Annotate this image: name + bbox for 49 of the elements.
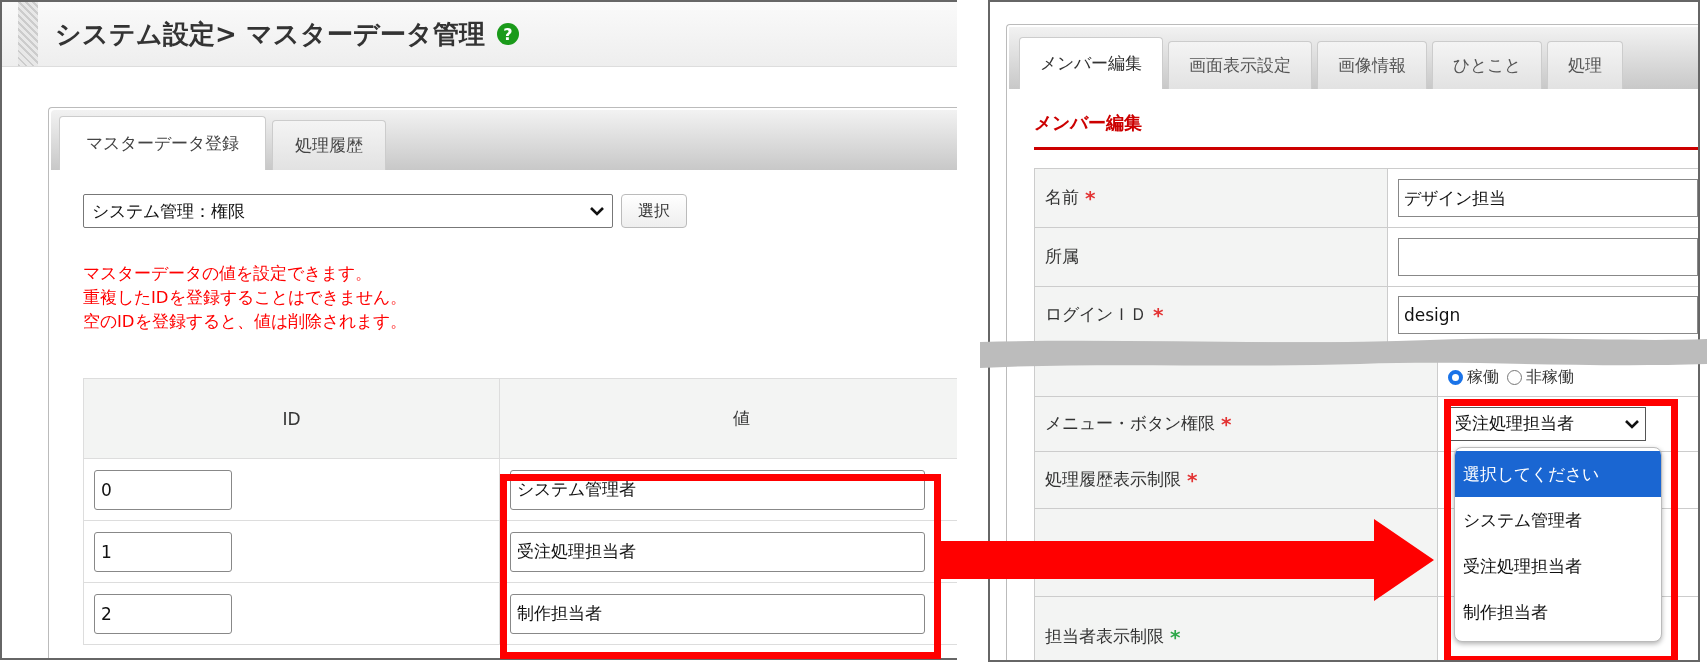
dropdown-option[interactable]: 制作担当者 xyxy=(1455,589,1661,635)
tab[interactable]: 画面表示設定 xyxy=(1168,41,1312,89)
dropdown-option[interactable]: 選択してください xyxy=(1455,451,1661,497)
role-select[interactable]: 受注処理担当者 xyxy=(1448,407,1646,441)
required-mark: * xyxy=(1085,186,1096,210)
tab[interactable]: メンバー編集 xyxy=(1019,37,1163,89)
id-input[interactable]: 2 xyxy=(94,593,232,634)
tab[interactable]: 画像情報 xyxy=(1317,41,1427,89)
text-input[interactable]: デザイン担当 xyxy=(1398,179,1698,217)
help-icon[interactable]: ? xyxy=(496,23,519,45)
text-input[interactable] xyxy=(1398,238,1698,276)
field-label: 名前 xyxy=(1045,187,1079,209)
radio-label: 非稼働 xyxy=(1526,367,1574,388)
required-mark: * xyxy=(1170,625,1181,649)
master-data-select[interactable]: システム管理：権限 xyxy=(83,194,613,228)
page-title: システム設定> マスターデータ管理 xyxy=(55,17,485,51)
tab[interactable]: 処理 xyxy=(1547,41,1623,89)
id-input[interactable]: 0 xyxy=(94,469,232,510)
radio-label: 稼働 xyxy=(1467,367,1499,388)
column-header: 値 xyxy=(499,378,957,459)
column-header: ID xyxy=(83,378,500,459)
section-title: メンバー編集 xyxy=(1034,111,1143,135)
field-label: 担当者表示制限 xyxy=(1045,626,1164,648)
value-input[interactable]: 受注処理担当者 xyxy=(510,531,925,572)
tab[interactable]: ひとこと xyxy=(1432,41,1542,89)
dropdown-option[interactable]: 受注処理担当者 xyxy=(1455,543,1661,589)
tab[interactable]: マスターデータ登録 xyxy=(59,116,266,170)
field-label: メニュー・ボタン権限 xyxy=(1045,413,1215,435)
tab[interactable]: 処理履歴 xyxy=(272,120,386,170)
chevron-icon xyxy=(590,206,604,216)
required-mark: * xyxy=(1153,302,1164,327)
required-mark: * xyxy=(1221,412,1232,436)
notice-text: マスターデータの値を設定できます。 xyxy=(83,263,373,285)
chevron-icon xyxy=(1625,419,1639,429)
field-label: 所属 xyxy=(1045,246,1079,268)
radio-button[interactable] xyxy=(1507,370,1522,385)
notice-text: 空のIDを登録すると、値は削除されます。 xyxy=(83,311,408,333)
text-input[interactable]: design xyxy=(1398,295,1698,334)
dropdown-option[interactable]: システム管理者 xyxy=(1455,497,1661,543)
header-stripe xyxy=(18,2,38,66)
select-button[interactable]: 選択 xyxy=(621,194,687,228)
notice-text: 重複したIDを登録することはできません。 xyxy=(83,287,408,309)
value-input[interactable]: システム管理者 xyxy=(510,469,925,510)
radio-button[interactable] xyxy=(1448,370,1463,385)
field-label: ログインＩＤ xyxy=(1045,303,1147,326)
id-input[interactable]: 1 xyxy=(94,531,232,572)
value-input[interactable]: 制作担当者 xyxy=(510,593,925,634)
required-mark: * xyxy=(1187,468,1198,492)
field-label: 処理履歴表示制限 xyxy=(1045,469,1181,491)
